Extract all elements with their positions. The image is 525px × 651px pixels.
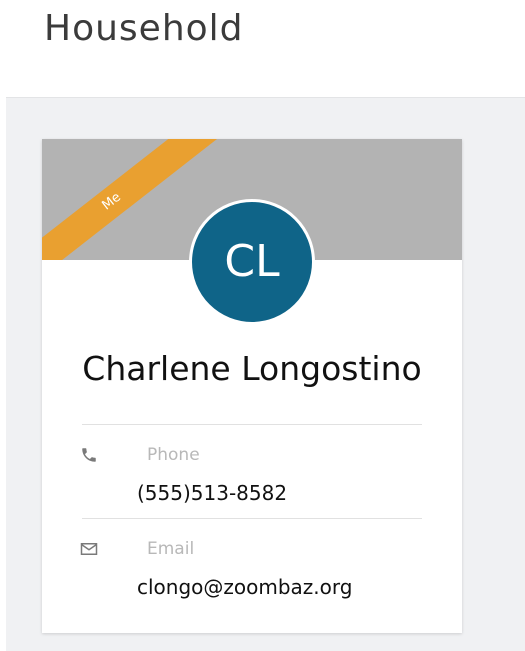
member-card[interactable]: Me CL Charlene Longostino Phone (555)513… (42, 139, 462, 633)
member-name: Charlene Longostino (82, 349, 422, 388)
avatar: CL (189, 199, 315, 325)
divider (82, 424, 422, 425)
email-value[interactable]: clongo@zoombaz.org (137, 575, 352, 599)
envelope-icon (80, 541, 100, 561)
divider (82, 518, 422, 519)
email-label: Email (147, 539, 195, 559)
phone-icon (80, 446, 100, 466)
phone-label: Phone (147, 445, 200, 465)
page-title: Household (44, 8, 244, 49)
phone-value[interactable]: (555)513-8582 (137, 481, 287, 505)
household-panel: Me CL Charlene Longostino Phone (555)513… (6, 97, 525, 651)
